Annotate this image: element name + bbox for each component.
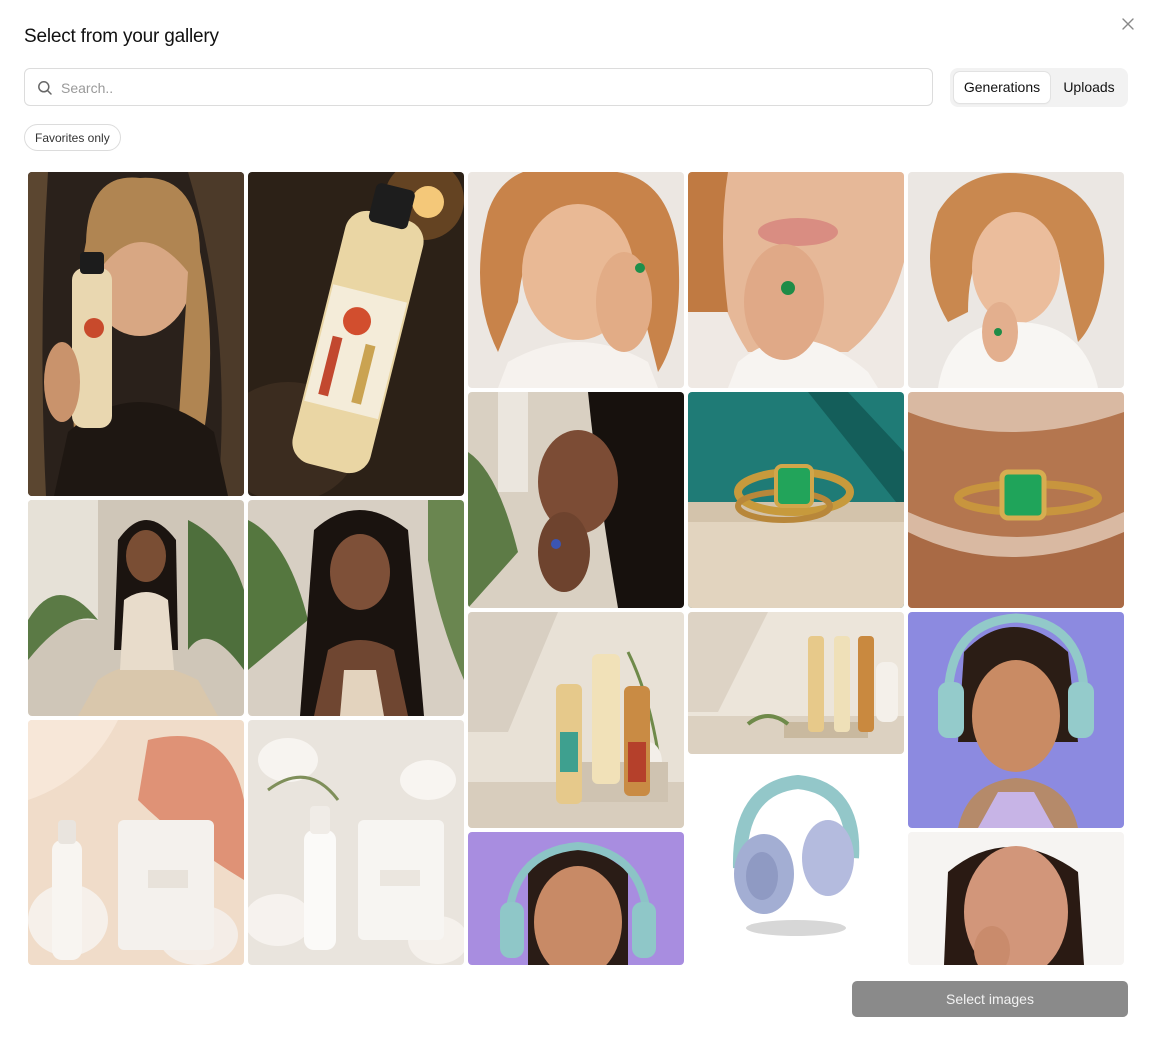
gallery-image-candle-and-spray-bottle-peach[interactable]: [28, 720, 244, 965]
tab-generations[interactable]: Generations: [954, 72, 1050, 103]
dialog-title: Select from your gallery: [24, 26, 219, 47]
gallery-image-woman-braids-profile-ring[interactable]: [468, 392, 684, 608]
gallery-image-teal-headphones-product[interactable]: [688, 758, 904, 965]
gallery-image-woman-teal-headphones-purple[interactable]: [468, 832, 684, 965]
gallery-image-redhead-woman-emerald-ring[interactable]: [468, 172, 684, 388]
gallery-image-woman-with-dressing-bottle[interactable]: [28, 172, 244, 496]
search-input[interactable]: [61, 77, 921, 99]
gallery-image-closeup-lips-emerald-ring[interactable]: [688, 172, 904, 388]
gallery-image-woman-braids-seated-plants[interactable]: [28, 500, 244, 716]
search-icon: [38, 81, 52, 95]
gallery-image-redhead-woman-white-shirt[interactable]: [908, 172, 1124, 388]
gallery-image-emerald-ring-on-stone[interactable]: [688, 392, 904, 608]
gallery-image-woman-headphones-lavender[interactable]: [908, 612, 1124, 828]
gallery-image-candle-and-spray-bottle-white[interactable]: [248, 720, 464, 965]
gallery-image-three-dressing-bottles-plant[interactable]: [468, 612, 684, 828]
image-gallery: [28, 172, 1128, 965]
gallery-image-woman-closeup-face-white[interactable]: [908, 832, 1124, 965]
gallery-image-dressing-bottles-on-tray[interactable]: [688, 612, 904, 754]
source-toggle: Generations Uploads: [950, 68, 1128, 107]
search-field[interactable]: [24, 68, 933, 106]
close-button[interactable]: [1118, 14, 1138, 34]
gallery-image-emerald-ring-on-finger[interactable]: [908, 392, 1124, 608]
gallery-dialog: Select from your gallery Generations Upl…: [0, 0, 1152, 1040]
select-images-button[interactable]: Select images: [852, 981, 1128, 1017]
gallery-image-woman-braids-smiling-plants[interactable]: [248, 500, 464, 716]
gallery-image-dressing-bottle-dark-table[interactable]: [248, 172, 464, 496]
tab-uploads[interactable]: Uploads: [1054, 72, 1124, 103]
favorites-only-filter[interactable]: Favorites only: [24, 124, 121, 151]
close-icon: [1122, 18, 1134, 30]
